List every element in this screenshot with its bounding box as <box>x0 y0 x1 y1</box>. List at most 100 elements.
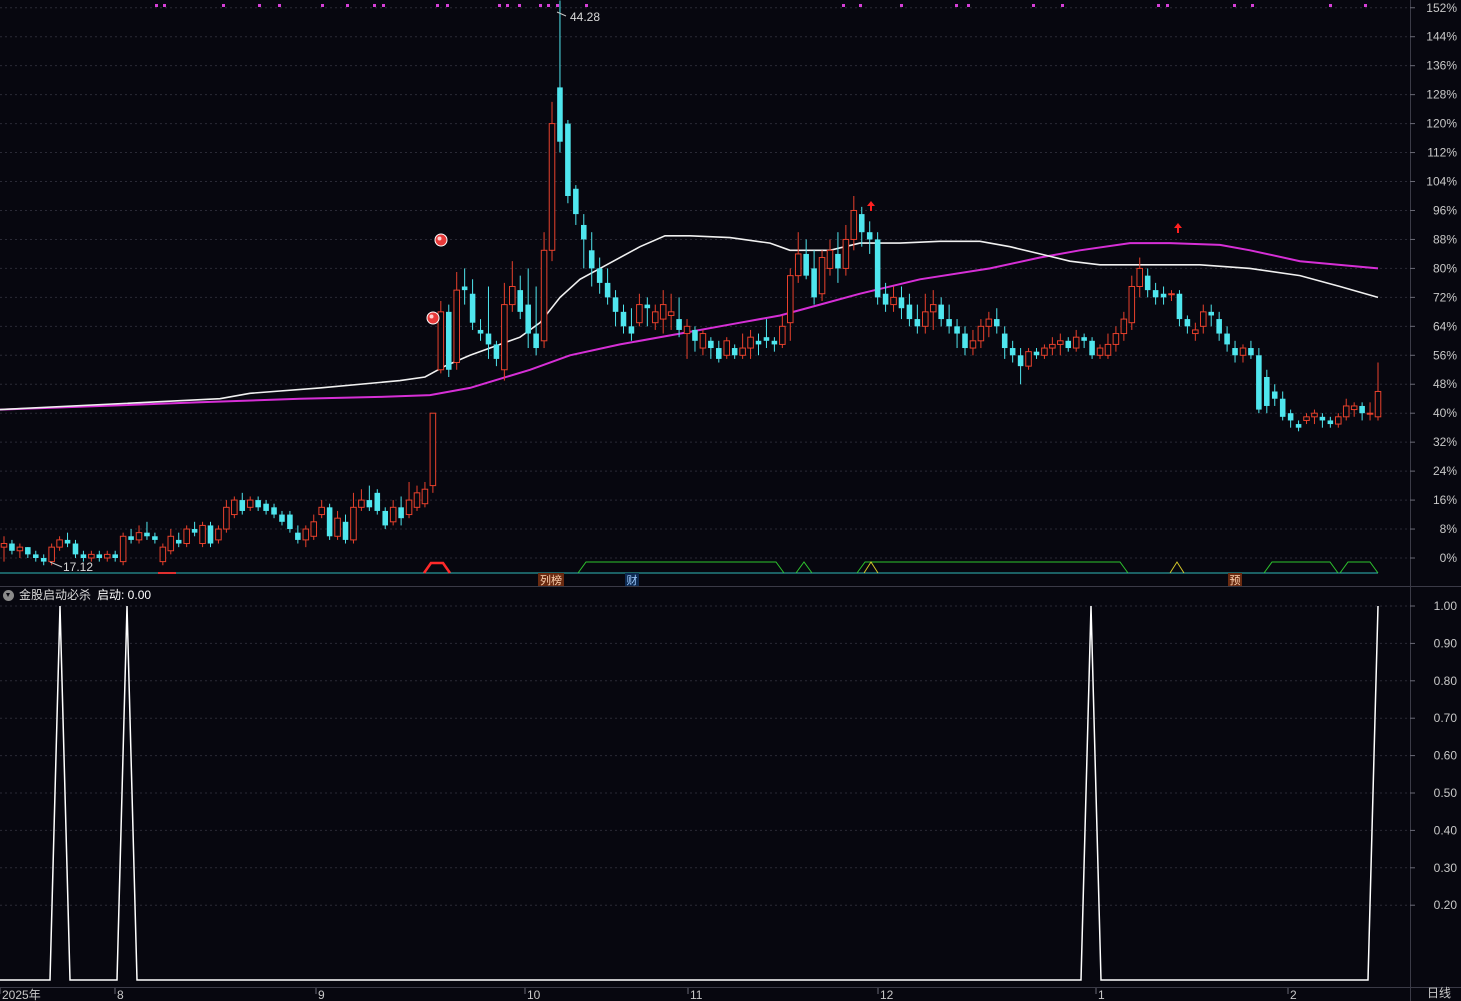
signal-dot <box>498 4 501 7</box>
candle-body <box>469 293 476 323</box>
y-tick-label: 40% <box>1433 406 1457 420</box>
signal-dot <box>1329 4 1332 7</box>
y-tick-label: 120% <box>1426 117 1457 131</box>
candle-body <box>80 554 87 558</box>
signal-dot <box>539 4 542 7</box>
y-tick-label: 88% <box>1433 232 1457 246</box>
candle-body <box>581 224 587 240</box>
candle-body <box>1128 286 1136 324</box>
candle-body <box>119 535 127 563</box>
candle-body <box>88 553 95 559</box>
candle-body <box>882 293 889 305</box>
candle-body <box>167 535 175 552</box>
signal-dot <box>518 4 521 7</box>
candle-body <box>1199 311 1207 327</box>
candle-body <box>453 289 460 364</box>
y-tick-label: 152% <box>1426 1 1457 15</box>
signal-dot <box>955 4 958 7</box>
y-tick-label: 136% <box>1426 59 1457 73</box>
signal-ball-icon <box>434 233 448 247</box>
candle-body <box>263 503 269 511</box>
period-label[interactable]: 日线 <box>1427 984 1451 1001</box>
candle-body <box>1089 340 1095 356</box>
candle-body <box>246 499 254 508</box>
x-tick-label: 12 <box>880 988 894 1001</box>
candle-body <box>548 123 556 251</box>
signal-ball-highlight <box>437 236 442 241</box>
candle-body <box>0 543 8 548</box>
y-tick-label: 128% <box>1426 88 1457 102</box>
candle-body <box>588 250 595 269</box>
indicator-y-tick-label: 0.60 <box>1434 749 1458 763</box>
signal-band <box>577 561 785 574</box>
candle-body <box>699 333 707 349</box>
signal-dot <box>900 4 903 7</box>
candle-body <box>215 528 222 541</box>
candle-body <box>826 249 834 269</box>
candle-body <box>9 543 15 551</box>
signal-dot <box>346 4 349 7</box>
signal-dot <box>585 4 588 7</box>
candle-body <box>199 524 206 545</box>
candle-body <box>295 532 301 540</box>
indicator-header[interactable]: 金股启动必杀 启动: 0.00 <box>0 586 151 604</box>
candle-body <box>636 304 643 324</box>
candle-body <box>1041 347 1048 356</box>
y-tick-label: 24% <box>1433 464 1457 478</box>
candle-body <box>850 209 858 240</box>
candle-body <box>763 337 770 341</box>
candle-body <box>1342 405 1350 418</box>
candle-body <box>1168 293 1175 296</box>
candle-body <box>739 347 746 356</box>
indicator-value: 启动: 0.00 <box>97 588 152 602</box>
candle-body <box>708 340 714 349</box>
candle-body <box>604 282 611 298</box>
y-tick-label: 48% <box>1433 377 1457 391</box>
candle-body <box>573 188 579 215</box>
candle-body <box>318 506 325 516</box>
candle-body <box>557 87 563 142</box>
up-arrow-icon <box>867 201 875 206</box>
candle-body <box>96 554 103 558</box>
candle-body <box>445 311 452 370</box>
candle-body <box>501 304 508 371</box>
candle-body <box>1271 391 1278 399</box>
candle-body <box>382 510 389 526</box>
candle-body <box>231 499 238 516</box>
x-tick-label: 2025年 <box>2 988 41 1001</box>
x-tick-label: 11 <box>690 988 703 1001</box>
candle-body <box>929 304 937 313</box>
candle-body <box>1264 377 1270 406</box>
candle-body <box>207 525 214 544</box>
candle-body <box>112 554 118 558</box>
candle-body <box>366 500 373 508</box>
candle-body <box>1232 348 1238 356</box>
low-price-label: 17.12 <box>63 560 93 574</box>
stock-chart[interactable]: 152%144%136%128%120%112%104%96%88%80%72%… <box>0 0 1461 1001</box>
chevron-down-icon[interactable] <box>3 589 14 601</box>
candle-body <box>533 333 539 349</box>
candle-body <box>946 319 952 327</box>
signal-dot <box>1157 4 1160 7</box>
candle-body <box>1303 416 1310 421</box>
candle-body <box>620 311 627 327</box>
candle-body <box>1319 416 1326 421</box>
candle-body <box>461 286 468 291</box>
candle-body <box>103 553 111 559</box>
y-tick-label: 112% <box>1427 146 1457 160</box>
candle-body <box>183 528 190 545</box>
signal-dot <box>155 4 158 7</box>
up-arrow-icon <box>870 206 872 211</box>
signal-dot <box>373 4 376 7</box>
signal-dot <box>1061 4 1064 7</box>
candle-body <box>40 558 47 562</box>
candle-body <box>874 239 881 298</box>
candle-body <box>1224 333 1230 345</box>
candle-body <box>1359 405 1365 414</box>
candle-body <box>152 536 158 540</box>
candle-body <box>374 492 381 511</box>
candle-body <box>1072 336 1080 349</box>
candle-body <box>1256 355 1262 410</box>
candle-body <box>279 514 285 522</box>
signal-dot <box>278 4 281 7</box>
